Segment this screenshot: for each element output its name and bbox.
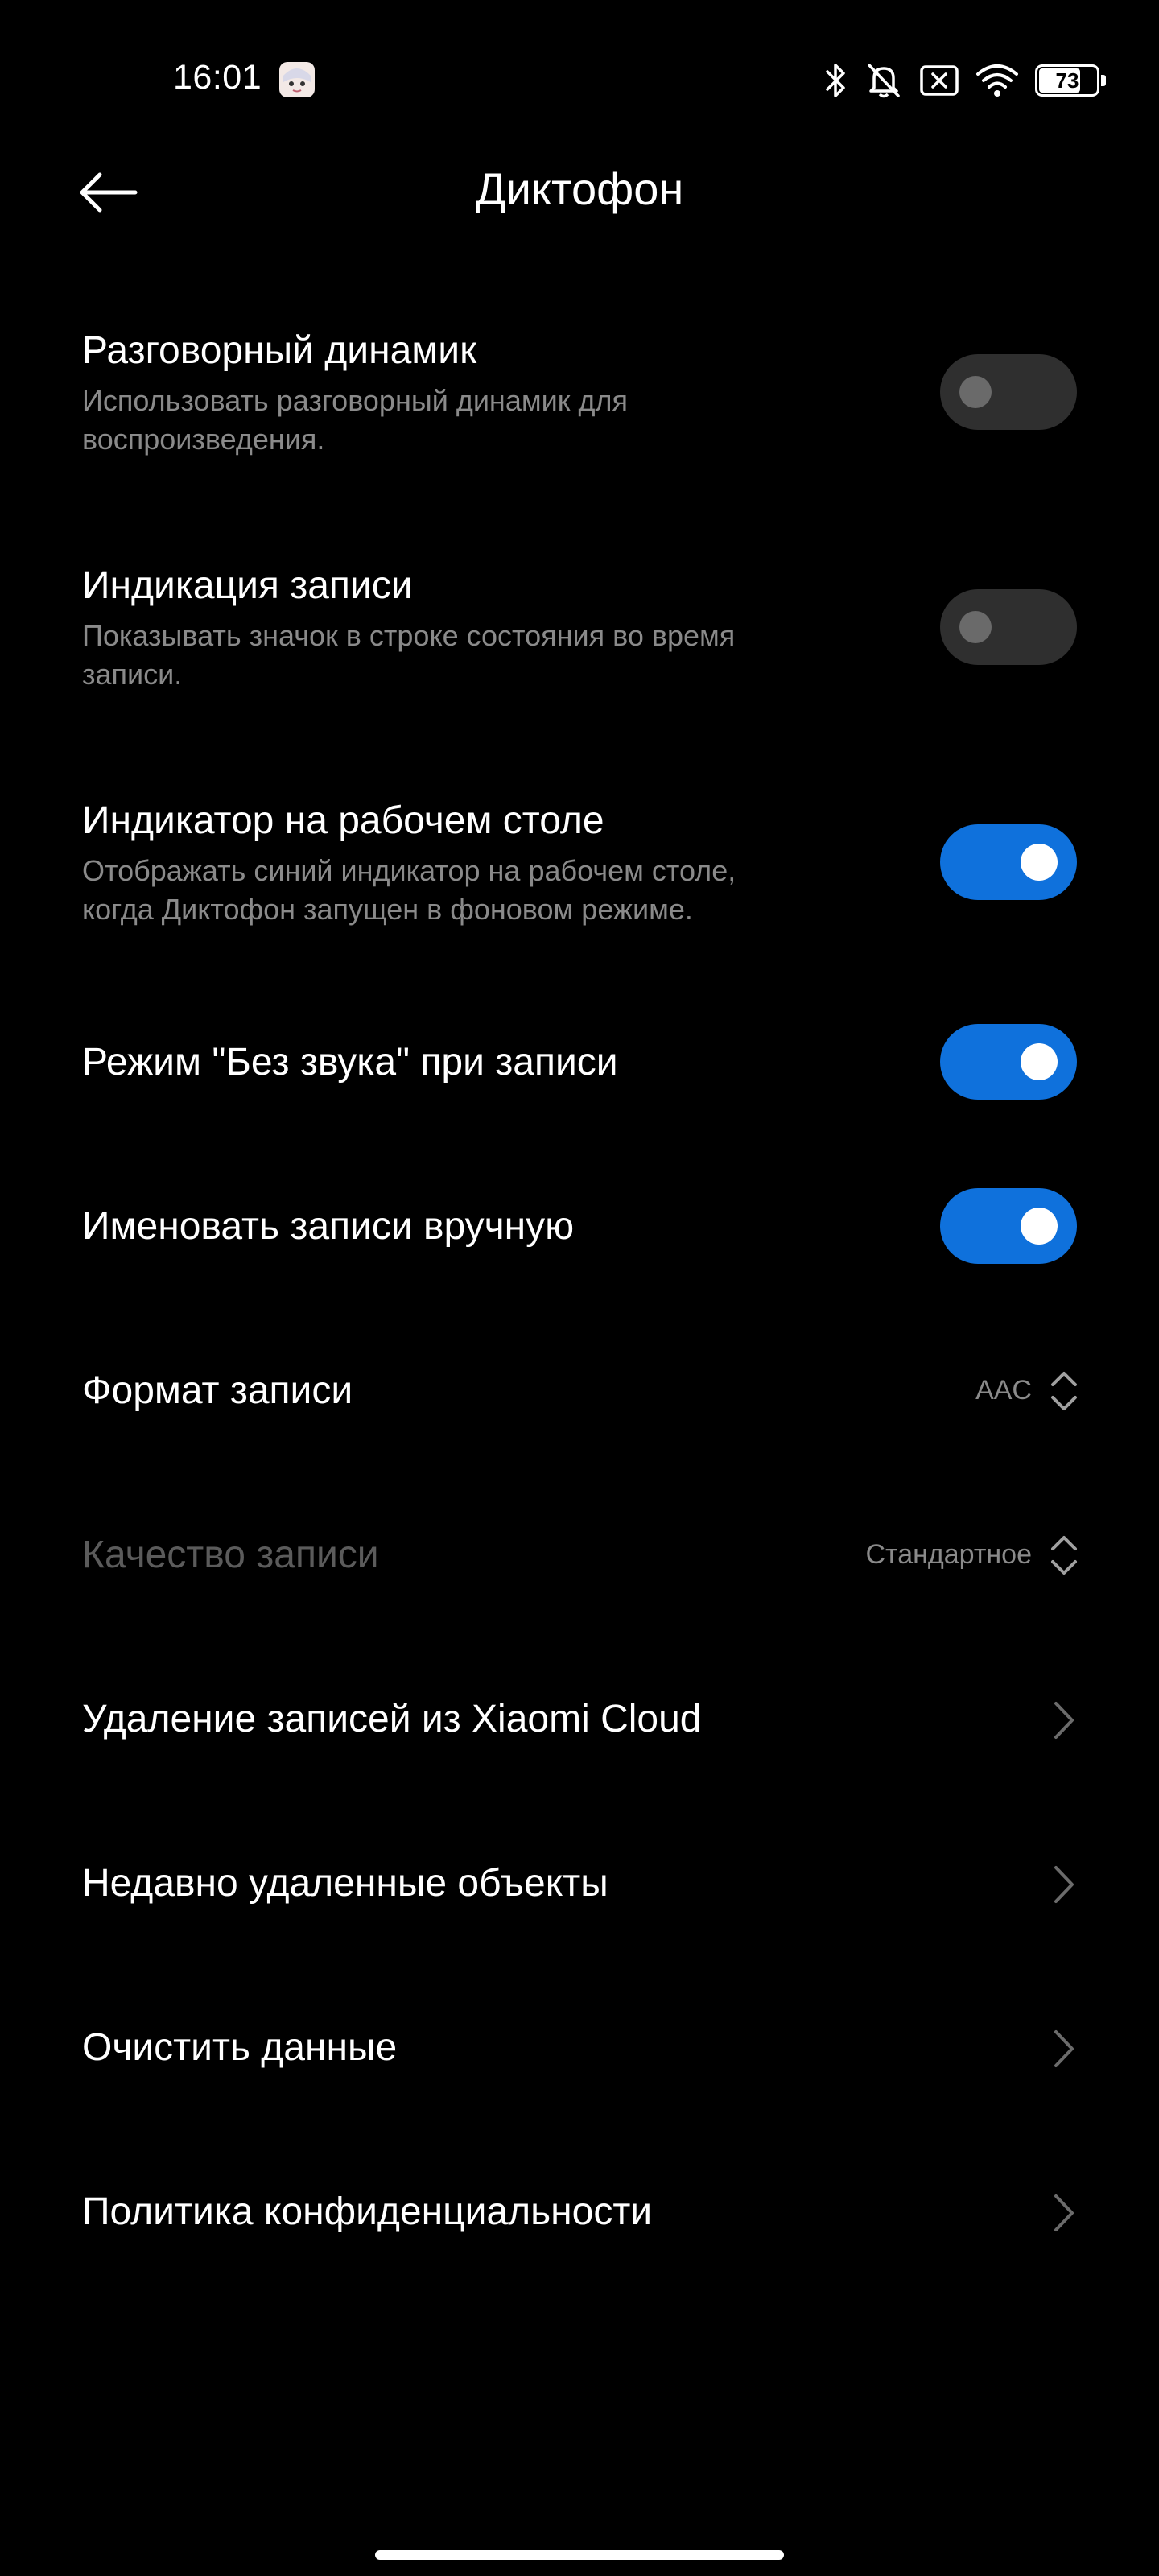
setting-subtitle-line1: Использовать разговорный динамик для [82, 384, 628, 417]
setting-format[interactable]: Формат записи AAC [0, 1343, 1159, 1439]
quality-value: Стандартное [865, 1539, 1032, 1570]
setting-subtitle-line2: воспроизведения. [82, 423, 325, 456]
manual-naming-toggle[interactable] [940, 1188, 1077, 1264]
recording-indicator-toggle[interactable] [940, 589, 1077, 665]
battery-level: 73 [1055, 68, 1079, 93]
format-value: AAC [975, 1375, 1032, 1406]
setting-manual-naming[interactable]: Именовать записи вручную [0, 1179, 1159, 1275]
setting-title: Индикация записи [82, 564, 413, 607]
setting-title: Индикатор на рабочем столе [82, 799, 604, 842]
setting-call-speaker[interactable]: Разговорный динамик Использовать разгово… [0, 322, 1159, 475]
setting-title: Режим "Без звука" при записи [82, 1041, 618, 1084]
chevron-right-icon [1051, 1864, 1075, 1905]
header: Диктофон [0, 145, 1159, 242]
setting-title: Удаление записей из Xiaomi Cloud [82, 1698, 702, 1740]
setting-clear-data[interactable]: Очистить данные [0, 2000, 1159, 2096]
bluetooth-icon [824, 62, 848, 99]
home-indicator[interactable] [375, 2550, 784, 2560]
setting-title: Недавно удаленные объекты [82, 1862, 608, 1905]
chevron-right-icon [1051, 2193, 1075, 2233]
setting-subtitle-line1: Показывать значок в строке состояния во … [82, 619, 736, 652]
setting-recently-deleted[interactable]: Недавно удаленные объекты [0, 1835, 1159, 1932]
status-bar: 16:01 73 [0, 0, 1159, 161]
setting-subtitle-line2: записи. [82, 658, 183, 691]
wifi-icon [975, 63, 1019, 98]
setting-quality[interactable]: Качество записи Стандартное [0, 1507, 1159, 1604]
battery-icon: 73 [1035, 64, 1106, 97]
desktop-indicator-toggle[interactable] [940, 824, 1077, 900]
status-time: 16:01 [173, 58, 262, 97]
setting-title: Политика конфиденциальности [82, 2190, 653, 2233]
setting-title: Очистить данные [82, 2026, 398, 2069]
updown-chevron-icon [1048, 1367, 1080, 1415]
setting-silent-mode[interactable]: Режим "Без звука" при записи [0, 1014, 1159, 1111]
chevron-right-icon [1051, 2029, 1075, 2069]
avatar-icon [277, 60, 317, 100]
page-title: Диктофон [475, 163, 684, 214]
status-icons: 73 [824, 56, 1106, 105]
setting-title: Именовать записи вручную [82, 1205, 575, 1248]
sim-x-icon [919, 64, 959, 97]
setting-title: Разговорный динамик [82, 329, 477, 372]
setting-recording-indicator[interactable]: Индикация записи Показывать значок в стр… [0, 557, 1159, 710]
setting-privacy-policy[interactable]: Политика конфиденциальности [0, 2164, 1159, 2260]
setting-cloud-delete[interactable]: Удаление записей из Xiaomi Cloud [0, 1671, 1159, 1768]
screen: 16:01 73 Диктофон Разговорный динамик Ис… [0, 0, 1159, 2576]
muted-bell-icon [864, 62, 903, 99]
setting-subtitle-line2: когда Диктофон запущен в фоновом режиме. [82, 893, 693, 926]
setting-subtitle-line1: Отображать синий индикатор на рабочем ст… [82, 854, 736, 887]
setting-title: Качество записи [82, 1534, 379, 1576]
updown-chevron-icon [1048, 1531, 1080, 1579]
silent-mode-toggle[interactable] [940, 1024, 1077, 1100]
chevron-right-icon [1051, 1700, 1075, 1740]
call-speaker-toggle[interactable] [940, 354, 1077, 430]
setting-desktop-indicator[interactable]: Индикатор на рабочем столе Отображать си… [0, 792, 1159, 945]
setting-title: Формат записи [82, 1369, 353, 1412]
